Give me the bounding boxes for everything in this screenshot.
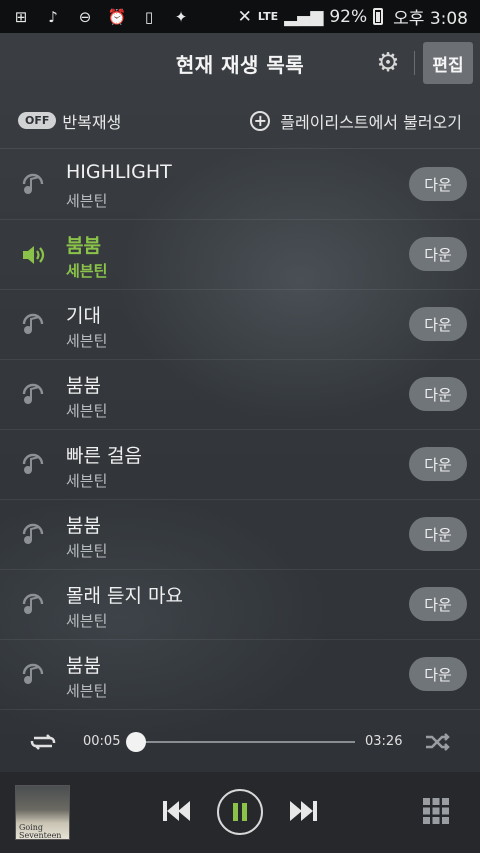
load-playlist-button[interactable]: + 플레이리스트에서 불러오기 <box>250 109 462 133</box>
track-row[interactable]: 붐붐세븐틴 다운 <box>0 640 480 710</box>
pause-button[interactable] <box>217 789 263 835</box>
download-button[interactable]: 다운 <box>409 167 467 201</box>
signal-icon: ▂▄▆ <box>284 6 324 27</box>
download-button[interactable]: 다운 <box>409 237 467 271</box>
phone-icon: ▯ <box>144 7 154 26</box>
repeat-label[interactable]: 반복재생 <box>62 109 121 133</box>
music-note-icon <box>22 523 44 544</box>
track-row[interactable]: 몰래 듣지 마요세븐틴 다운 <box>0 570 480 640</box>
track-title: 붐붐 <box>66 655 101 677</box>
gear-icon[interactable]: ⚙ <box>374 49 402 77</box>
previous-icon[interactable] <box>160 798 192 824</box>
download-button[interactable]: 다운 <box>409 377 467 411</box>
playlist-options: OFF 반복재생 + 플레이리스트에서 불러오기 <box>0 93 480 149</box>
download-button[interactable]: 다운 <box>409 447 467 481</box>
music-icon: ♪ <box>48 7 58 26</box>
menu-grid-icon[interactable] <box>423 798 449 824</box>
alarm-icon: ⏰ <box>107 7 127 26</box>
track-title: 붐붐 <box>66 375 101 397</box>
album-thumbnail[interactable]: Going Seventeen <box>15 785 70 840</box>
music-note-icon <box>22 383 44 404</box>
track-title: 몰래 듣지 마요 <box>66 585 183 607</box>
music-note-icon <box>22 313 44 334</box>
music-note-icon <box>22 593 44 614</box>
do-not-disturb-icon: ⊖ <box>78 7 92 26</box>
repeat-toggle[interactable]: OFF <box>18 112 57 129</box>
total-time: 03:26 <box>365 734 403 749</box>
pause-icon <box>233 803 247 821</box>
album-title-line2: Seventeen <box>19 831 62 840</box>
progress-bar: 00:05 03:26 <box>0 712 480 772</box>
network-label: LTE <box>257 10 279 23</box>
load-playlist-label: 플레이리스트에서 불러오기 <box>280 112 462 132</box>
track-row[interactable]: 붐붐세븐틴 다운 <box>0 220 480 290</box>
header: 현재 재생 목록 ⚙ 편집 <box>0 33 480 93</box>
page-title: 현재 재생 목록 <box>175 52 305 77</box>
music-note-icon <box>22 173 44 194</box>
track-row[interactable]: 기대세븐틴 다운 <box>0 290 480 360</box>
clock: 오후 3:08 <box>393 9 468 29</box>
battery-icon <box>373 8 384 25</box>
download-button[interactable]: 다운 <box>409 307 467 341</box>
edit-button[interactable]: 편집 <box>423 42 473 84</box>
battery-percent: 92% <box>329 6 368 27</box>
twitter-icon: ✦ <box>174 7 188 26</box>
add-notification-icon: ⊞ <box>14 7 28 26</box>
track-artist: 세븐틴 <box>66 682 108 700</box>
track-title: HIGHLIGHT <box>66 161 172 183</box>
track-row[interactable]: 빠른 걸음세븐틴 다운 <box>0 430 480 500</box>
download-button[interactable]: 다운 <box>409 657 467 691</box>
download-button[interactable]: 다운 <box>409 517 467 551</box>
track-artist: 세븐틴 <box>66 612 108 630</box>
seek-bar[interactable] <box>126 732 355 752</box>
track-row[interactable]: HIGHLIGHT 세븐틴 다운 <box>0 150 480 220</box>
track-row[interactable]: 붐붐세븐틴 다운 <box>0 500 480 570</box>
repeat-icon[interactable] <box>28 729 58 755</box>
music-note-icon <box>22 663 44 684</box>
seek-knob[interactable] <box>126 732 147 752</box>
track-artist: 세븐틴 <box>66 332 108 350</box>
track-title: 기대 <box>66 305 101 327</box>
track-row[interactable]: 붐붐세븐틴 다운 <box>0 360 480 430</box>
track-artist: 세븐틴 <box>66 542 108 560</box>
track-artist: 세븐틴 <box>66 402 108 420</box>
track-title: 붐붐 <box>66 235 101 257</box>
track-title: 빠른 걸음 <box>66 445 142 467</box>
current-time: 00:05 <box>83 734 121 749</box>
track-title: 붐붐 <box>66 515 101 537</box>
plus-circle-icon: + <box>250 110 271 131</box>
mute-icon: ✕ <box>237 6 252 27</box>
track-list: HIGHLIGHT 세븐틴 다운 붐붐 세븐틴 다운 기대 세븐틴 다운 붐붐 세븐틴 다운 빠… <box>0 150 480 710</box>
speaker-playing-icon <box>23 246 45 264</box>
player-controls: Going Seventeen <box>0 772 480 853</box>
header-divider <box>414 51 415 75</box>
shuffle-icon[interactable] <box>424 730 452 754</box>
track-artist: 세븐틴 <box>66 262 108 280</box>
track-artist: 세븐틴 <box>66 472 108 490</box>
status-bar: ⊞ ♪ ⊖ ⏰ ▯ ✦ ✕ LTE ▂▄▆ 92% 오후 3:08 <box>0 0 480 33</box>
track-artist: 세븐틴 <box>66 192 108 210</box>
music-note-icon <box>22 453 44 474</box>
download-button[interactable]: 다운 <box>409 587 467 621</box>
next-icon[interactable] <box>288 798 320 824</box>
